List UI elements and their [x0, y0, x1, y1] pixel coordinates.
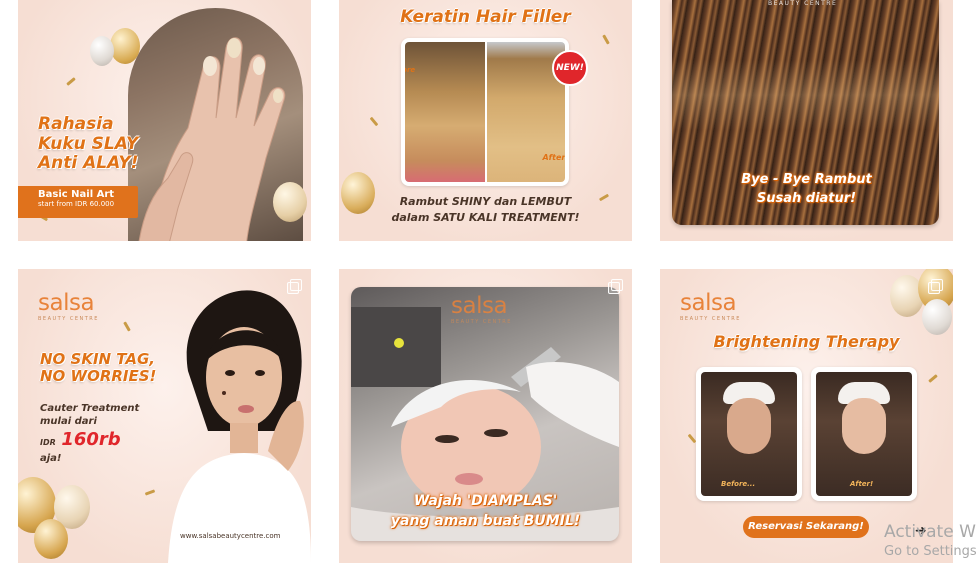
- price-currency: IDR: [40, 438, 56, 447]
- website-url: www.salsabeautycentre.com: [180, 532, 281, 540]
- activate-windows-subtitle: Go to Settings: [884, 544, 977, 559]
- model-illustration: [168, 290, 311, 563]
- brand-name: salsa: [38, 290, 95, 316]
- post-brightening-therapy[interactable]: salsa BEAUTY CENTRE Brightening Therapy …: [660, 269, 953, 563]
- post-title: Keratin Hair Filler: [400, 7, 571, 27]
- brand-name: salsa: [680, 290, 737, 316]
- post-bye-bye-hair[interactable]: BEAUTY CENTRE Bye - Bye Rambut Susah dia…: [660, 0, 953, 241]
- price-value: 160rb: [61, 429, 121, 450]
- post-headline: NO SKIN TAG, NO WORRIES!: [40, 350, 157, 386]
- instagram-post-grid: Rahasia Kuku SLAY Anti ALAY! Basic Nail …: [0, 0, 977, 567]
- brand-name: salsa: [451, 293, 508, 319]
- hair-shine: [672, 60, 939, 130]
- gold-balloon: [341, 172, 375, 214]
- before-label: Before...: [721, 480, 756, 488]
- price-block: IDR 160rb: [40, 429, 121, 450]
- after-label: After!: [542, 153, 569, 162]
- brand-logo: salsa BEAUTY CENTRE: [38, 290, 99, 323]
- before-photo: Before...: [696, 367, 802, 501]
- before-hair: [405, 42, 485, 182]
- price-suffix: aja!: [40, 453, 62, 464]
- silver-balloon: [90, 36, 114, 66]
- tag-subtitle: start from IDR 60.000: [38, 200, 115, 208]
- before-face: Before...: [701, 372, 797, 496]
- brand-subtitle: BEAUTY CENTRE: [38, 316, 99, 322]
- multi-post-icon: [608, 279, 623, 294]
- post-caption: Wajah 'DIAMPLAS' yang aman buat BUMIL!: [390, 493, 581, 530]
- post-title: Brightening Therapy: [713, 332, 900, 351]
- post-nail-art[interactable]: Rahasia Kuku SLAY Anti ALAY! Basic Nail …: [18, 0, 311, 241]
- offer-text: Cauter Treatment mulai dari: [40, 403, 140, 427]
- activate-windows-watermark: Activate W Go to Settings: [884, 522, 977, 559]
- reserve-now-button[interactable]: Reservasi Sekarang!: [743, 516, 869, 538]
- multi-post-icon: [928, 279, 943, 294]
- after-label: After!: [850, 480, 874, 488]
- before-after-photo: Before After!: [401, 38, 569, 186]
- brand-subtitle: BEAUTY CENTRE: [451, 319, 512, 325]
- gold-balloon: [110, 28, 140, 64]
- gold-balloon: [273, 182, 307, 222]
- after-face: After!: [816, 372, 912, 496]
- post-caption: Bye - Bye Rambut Susah diatur!: [741, 172, 872, 206]
- brand-subtitle: BEAUTY CENTRE: [680, 316, 741, 322]
- after-photo: After!: [811, 367, 917, 501]
- brand-logo: salsa BEAUTY CENTRE: [451, 293, 512, 326]
- before-label: Before: [402, 66, 416, 74]
- model-photo: [168, 281, 311, 563]
- new-badge: NEW!: [552, 50, 588, 86]
- silver-balloon: [922, 299, 952, 335]
- post-keratin-hair-filler[interactable]: Keratin Hair Filler Before After! NEW! R…: [339, 0, 632, 241]
- post-headline: Rahasia Kuku SLAY Anti ALAY!: [38, 114, 139, 174]
- multi-post-icon: [287, 279, 302, 294]
- activate-windows-title: Activate W: [884, 522, 976, 542]
- post-caption: Rambut SHINY dan LEMBUT dalam SATU KALI …: [391, 195, 580, 224]
- tag-title: Basic Nail Art: [38, 189, 115, 200]
- gold-balloon: [34, 519, 68, 559]
- post-no-skin-tag[interactable]: salsa BEAUTY CENTRE NO SKIN TAG, NO WORR…: [18, 269, 311, 563]
- post-diamplas[interactable]: salsa BEAUTY CENTRE Wajah 'DIAMPLAS' yan…: [339, 269, 632, 563]
- brand-logo: salsa BEAUTY CENTRE: [680, 290, 741, 323]
- watermark-text: BEAUTY CENTRE: [768, 0, 838, 7]
- price-tag: Basic Nail Art start from IDR 60.000: [18, 186, 138, 218]
